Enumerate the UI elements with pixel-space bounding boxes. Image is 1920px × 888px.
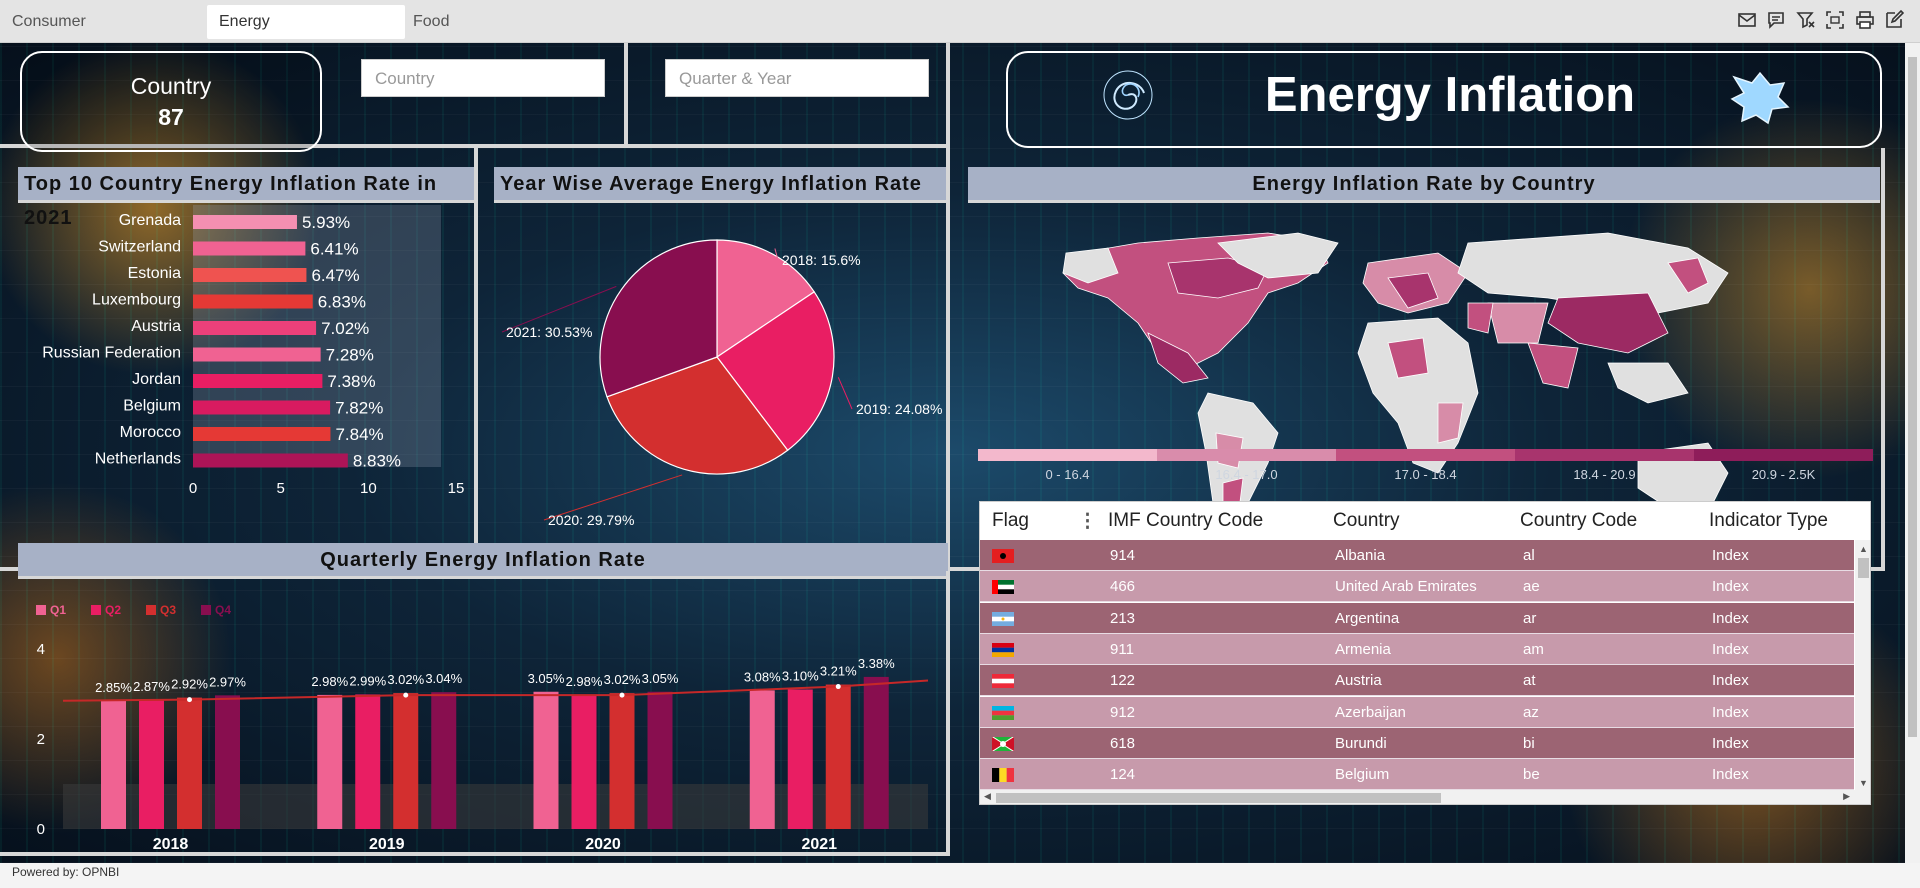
comment-icon[interactable] xyxy=(1766,10,1786,30)
scroll-up-icon[interactable]: ▲ xyxy=(1859,544,1868,554)
cell-imf-code: 914 xyxy=(1110,547,1136,564)
col-imf-code[interactable]: IMF Country Code xyxy=(1108,510,1263,532)
cell-country: United Arab Emirates xyxy=(1335,578,1477,596)
page-vertical-scrollbar[interactable] xyxy=(1905,43,1920,863)
dashboard-canvas: Country 87 Country Quarter & Year Energy… xyxy=(0,43,1905,863)
cell-country-code: al xyxy=(1523,547,1535,564)
cell-imf-code: 122 xyxy=(1110,672,1136,690)
flag-burundi-icon xyxy=(992,736,1014,751)
cell-indicator-type: Index xyxy=(1712,703,1749,721)
cell-imf-code: 466 xyxy=(1110,578,1136,596)
edit-icon[interactable] xyxy=(1884,10,1904,30)
clear-filter-icon[interactable] xyxy=(1796,10,1816,30)
galaxy-icon xyxy=(1103,70,1153,120)
table-row[interactable]: 911 Armenia am Index xyxy=(980,633,1854,665)
cell-country-code: am xyxy=(1523,640,1544,658)
flag-armenia-icon xyxy=(992,642,1014,657)
country-slicer[interactable]: Country xyxy=(361,59,605,97)
tab-energy[interactable]: Energy xyxy=(207,5,405,39)
cell-country-code: ae xyxy=(1523,578,1540,596)
cell-indicator-type: Index xyxy=(1712,578,1749,596)
top-bar: Consumer Energy Food xyxy=(0,0,1920,43)
flag-argentina-icon xyxy=(992,611,1014,626)
cell-indicator-type: Index xyxy=(1712,734,1749,752)
flag-austria-icon xyxy=(992,674,1014,689)
scroll-left-icon[interactable]: ◀ xyxy=(984,791,991,802)
cell-country-code: ar xyxy=(1523,609,1537,627)
scroll-right-icon[interactable]: ▶ xyxy=(1843,791,1850,802)
flag-albania-icon xyxy=(992,549,1014,563)
screenshot-icon[interactable] xyxy=(1825,10,1845,30)
table-vertical-scrollbar[interactable]: ▲ ▼ xyxy=(1855,540,1870,790)
country-table: Flag ⋮ IMF Country Code Country Country … xyxy=(979,501,1871,805)
mail-icon[interactable] xyxy=(1737,10,1757,30)
cell-country-code: at xyxy=(1523,672,1536,690)
table-row[interactable]: 466 United Arab Emirates ae Index xyxy=(980,571,1854,603)
kpi-label: Country xyxy=(130,73,212,99)
cell-imf-code: 618 xyxy=(1110,734,1136,752)
table-row[interactable]: 912 Azerbaijan az Index xyxy=(980,696,1854,728)
pie-frame xyxy=(478,148,950,571)
footer-text: Powered by: OPNBI xyxy=(12,865,120,879)
quarterly-frame xyxy=(0,571,950,856)
cell-indicator-type: Index xyxy=(1712,609,1749,627)
table-row[interactable]: 213 Argentina ar Index xyxy=(980,602,1854,634)
cell-imf-code: 912 xyxy=(1110,703,1136,721)
kpi-value: 87 xyxy=(158,104,184,130)
flag-uae-icon xyxy=(992,580,1014,595)
scroll-down-icon[interactable]: ▼ xyxy=(1859,778,1868,788)
cell-country: Austria xyxy=(1335,672,1382,690)
cell-imf-code: 124 xyxy=(1110,766,1136,784)
cell-country-code: be xyxy=(1523,766,1540,784)
cell-indicator-type: Index xyxy=(1712,672,1749,690)
tab-consumer[interactable]: Consumer xyxy=(0,5,98,39)
cell-country: Armenia xyxy=(1335,640,1391,658)
flag-belgium-icon xyxy=(992,768,1014,783)
col-indicator-type[interactable]: Indicator Type xyxy=(1709,510,1828,532)
column-menu-icon[interactable]: ⋮ xyxy=(1078,510,1097,533)
cell-imf-code: 213 xyxy=(1110,609,1136,627)
cell-country-code: az xyxy=(1523,703,1539,721)
footer: Powered by: OPNBI xyxy=(0,863,1920,888)
cell-country: Burundi xyxy=(1335,734,1387,752)
cell-indicator-type: Index xyxy=(1712,547,1749,564)
table-horizontal-scrollbar[interactable]: ◀ ▶ xyxy=(980,790,1870,804)
top10-frame xyxy=(0,148,478,571)
tab-food[interactable]: Food xyxy=(401,5,461,39)
energy-cloud-icon xyxy=(1730,71,1790,125)
kpi-card: Country 87 xyxy=(20,51,322,152)
cell-imf-code: 911 xyxy=(1110,640,1134,658)
table-row[interactable]: 122 Austria at Index xyxy=(980,665,1854,697)
flag-azerbaijan-icon xyxy=(992,705,1014,720)
dashboard-title: Energy Inflation xyxy=(1264,68,1636,122)
table-row[interactable]: 618 Burundi bi Index xyxy=(980,727,1854,759)
table-row[interactable]: 914 Albania al Index xyxy=(980,540,1854,571)
cell-indicator-type: Index xyxy=(1712,766,1749,784)
cell-country: Belgium xyxy=(1335,766,1390,784)
col-country-code[interactable]: Country Code xyxy=(1520,510,1637,532)
table-row[interactable]: 124 Belgium be Index xyxy=(980,759,1854,791)
slicer-frame xyxy=(628,43,950,148)
cell-country: Azerbaijan xyxy=(1335,703,1406,721)
table-header: Flag ⋮ IMF Country Code Country Country … xyxy=(980,502,1854,540)
cell-country: Argentina xyxy=(1335,609,1400,627)
cell-country-code: bi xyxy=(1523,734,1535,752)
col-country[interactable]: Country xyxy=(1333,510,1400,532)
print-icon[interactable] xyxy=(1855,10,1875,30)
cell-indicator-type: Index xyxy=(1712,640,1749,658)
col-flag[interactable]: Flag xyxy=(992,510,1029,532)
cell-country: Albania xyxy=(1335,547,1386,564)
